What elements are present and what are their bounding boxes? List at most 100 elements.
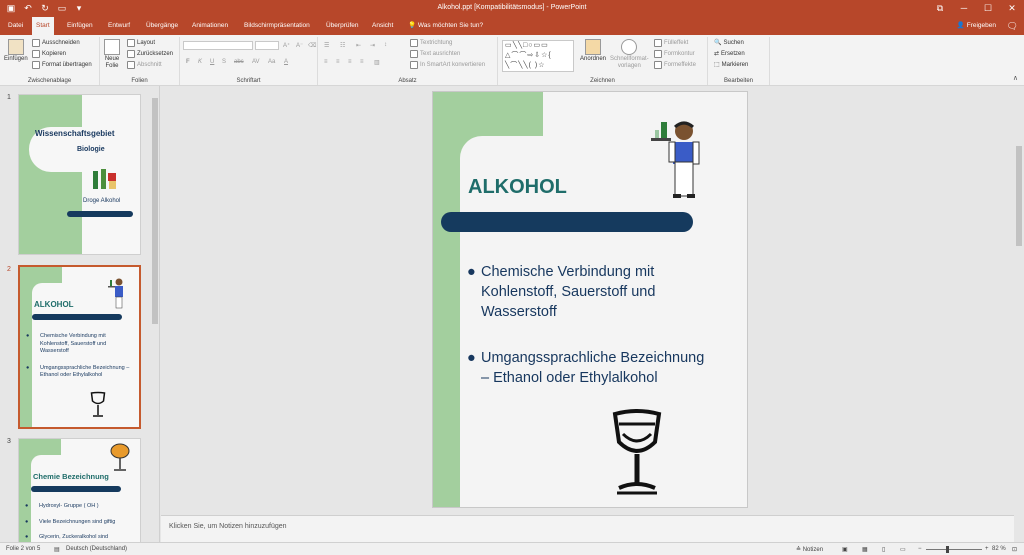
text-direction-button[interactable]: Textrichtung <box>410 39 452 47</box>
shadow-button[interactable]: S <box>222 59 226 65</box>
font-name-field[interactable] <box>183 41 253 50</box>
tab-ueberpruefen[interactable]: Überprüfen <box>322 17 363 35</box>
format-painter-button[interactable]: Format übertragen <box>32 61 92 69</box>
quick-styles-button[interactable]: Schnellformat- vorlagen <box>610 39 649 69</box>
select-button[interactable]: ⬚ Markieren <box>714 61 748 69</box>
align-right-icon[interactable]: ≡ <box>348 59 352 65</box>
effects-icon <box>654 61 662 69</box>
editor-scrollbar-thumb[interactable] <box>1016 146 1022 246</box>
slideshow-icon[interactable]: ▭ <box>900 546 906 553</box>
minimize-button[interactable]: ─ <box>952 0 976 17</box>
new-slide-button[interactable]: Neue Folie <box>104 39 120 69</box>
cut-button[interactable]: Ausschneiden <box>32 39 80 47</box>
clipboard-group: Einfügen Ausschneiden Kopieren Format üb… <box>0 37 100 85</box>
shapes-gallery[interactable]: ▭╲╲□○▭▭ △⌒⌒⇨⇩☆{╲⌒╲╲( )☆ <box>502 40 574 72</box>
thumb-bullets: Hydroxyl- Gruppe ( OH ) Viele Bezeichnun… <box>25 503 131 542</box>
reading-view-icon[interactable]: ▯ <box>882 546 885 553</box>
align-left-icon[interactable]: ≡ <box>324 59 328 65</box>
line-spacing-icon[interactable]: ↕ <box>384 42 387 48</box>
thumb-title: ALKOHOL <box>34 300 74 309</box>
copy-button[interactable]: Kopieren <box>32 50 66 58</box>
tab-start[interactable]: Start <box>32 17 54 35</box>
shape-fill-button[interactable]: Fülleffekt <box>654 39 688 47</box>
decrease-indent-icon[interactable]: ⇤ <box>356 42 361 49</box>
slide-thumbnail-3[interactable]: Chemie Bezeichnung Hydroxyl- Gruppe ( OH… <box>18 438 141 542</box>
tell-me-box[interactable]: 💡 Was möchten Sie tun? <box>408 17 483 35</box>
increase-indent-icon[interactable]: ⇥ <box>370 42 375 49</box>
tab-datei[interactable]: Datei <box>4 17 27 35</box>
zoom-level[interactable]: 82 % <box>992 546 1006 552</box>
font-color-button[interactable]: A <box>284 59 288 65</box>
char-spacing-button[interactable]: AV <box>252 59 260 65</box>
bullets-icon[interactable]: ☰ <box>324 42 329 49</box>
notes-pane[interactable]: Klicken Sie, um Notizen hinzuzufügen <box>161 515 1014 542</box>
ribbon-options-icon[interactable]: ⧉ <box>928 0 952 17</box>
collapse-ribbon-icon[interactable]: ∧ <box>1013 74 1018 82</box>
arrange-button[interactable]: Anordnen <box>580 39 606 62</box>
clear-format-icon[interactable]: ⌫ <box>308 42 316 49</box>
tab-einfuegen[interactable]: Einfügen <box>63 17 97 35</box>
editor-scrollbar[interactable] <box>1014 86 1024 542</box>
reset-icon <box>127 50 135 58</box>
thumb-bullet: Chemische Verbindung mit Kohlenstoff, Sa… <box>26 333 130 356</box>
maximize-button[interactable]: ☐ <box>976 0 1000 17</box>
numbering-icon[interactable]: ☷ <box>340 42 345 49</box>
text-direction-label: Textrichtung <box>420 40 453 46</box>
columns-icon[interactable]: ▥ <box>374 59 380 66</box>
tab-animationen[interactable]: Animationen <box>188 17 232 35</box>
zoom-out-button[interactable]: − <box>918 546 922 552</box>
shrink-font-icon[interactable]: A⁻ <box>296 42 303 49</box>
shape-effects-button[interactable]: Formeffekte <box>654 61 696 69</box>
slides-group-label: Folien <box>131 78 148 84</box>
strikethrough-button[interactable]: abc <box>234 59 244 65</box>
zoom-in-button[interactable]: + <box>985 546 989 552</box>
current-slide[interactable]: ALKOHOL Chemische Verbindung mit Kohlens… <box>432 91 748 508</box>
find-label: Suchen <box>723 39 744 46</box>
thumb-caption: Droge Alkohol <box>83 198 121 204</box>
thumbnail-scrollbar-thumb[interactable] <box>152 98 158 324</box>
language-indicator[interactable]: Deutsch (Deutschland) <box>66 546 127 552</box>
tab-bildschirmpraesentation[interactable]: Bildschirmpräsentation <box>240 17 314 35</box>
zoom-slider-knob[interactable] <box>946 546 949 553</box>
notes-toggle[interactable]: ≙ Notizen <box>796 546 823 553</box>
tab-uebergaenge[interactable]: Übergänge <box>142 17 182 35</box>
replace-button[interactable]: ⇄ Ersetzen <box>714 50 745 58</box>
thumbnail-scrollbar[interactable] <box>151 86 159 542</box>
layout-button[interactable]: Layout <box>127 39 155 47</box>
title-bar: ▣ ↶ ↻ ▭ ▾ Alkohol.ppt [Kompatibilitätsmo… <box>0 0 1024 17</box>
fit-to-window-icon[interactable]: ⊡ <box>1012 546 1017 553</box>
change-case-button[interactable]: Aa <box>268 59 275 65</box>
slide-thumbnail-1[interactable]: Wissenschaftsgebiet Biologie Droge Alkoh… <box>18 94 141 255</box>
smartart-button[interactable]: In SmartArt konvertieren <box>410 61 485 69</box>
reset-button[interactable]: Zurücksetzen <box>127 50 173 58</box>
grow-font-icon[interactable]: A⁺ <box>283 42 290 49</box>
align-center-icon[interactable]: ≡ <box>336 59 340 65</box>
align-text-button[interactable]: Text ausrichten <box>410 50 460 58</box>
shape-outline-button[interactable]: Formkontur <box>654 50 695 58</box>
paste-button[interactable]: Einfügen <box>4 39 28 62</box>
slide-title[interactable]: ALKOHOL <box>468 176 567 199</box>
slide-thumbnail-pane: 1 Wissenschaftsgebiet Biologie Droge Alk… <box>0 86 160 542</box>
zoom-slider[interactable] <box>926 546 982 553</box>
slide-thumbnail-2[interactable]: ALKOHOL Chemische Verbindung mit Kohlens… <box>18 265 141 429</box>
find-button[interactable]: 🔍 Suchen <box>714 39 744 47</box>
tab-entwurf[interactable]: Entwurf <box>104 17 134 35</box>
underline-button[interactable]: U <box>210 59 214 65</box>
justify-icon[interactable]: ≡ <box>360 59 364 65</box>
tab-ansicht[interactable]: Ansicht <box>368 17 397 35</box>
bold-button[interactable]: F <box>186 59 190 65</box>
spellcheck-icon[interactable]: ▤ <box>54 546 60 553</box>
quick-styles-label: Schnellformat- <box>610 56 649 62</box>
slide-sorter-icon[interactable]: ▦ <box>862 546 868 553</box>
notes-placeholder: Klicken Sie, um Notizen hinzuzufügen <box>169 523 287 530</box>
close-button[interactable]: ✕ <box>1000 0 1024 17</box>
slide-bullets[interactable]: Chemische Verbindung mit Kohlenstoff, Sa… <box>467 262 711 388</box>
normal-view-icon[interactable]: ▣ <box>842 546 848 553</box>
font-size-field[interactable] <box>255 41 279 50</box>
share-button[interactable]: 👤 Freigeben <box>957 17 996 35</box>
wine-glass-icon <box>611 408 663 496</box>
font-group-label: Schriftart <box>236 78 261 84</box>
italic-button[interactable]: K <box>198 59 202 65</box>
comment-icon[interactable]: 🗨 <box>1007 17 1018 35</box>
section-button[interactable]: Abschnitt <box>127 61 162 69</box>
